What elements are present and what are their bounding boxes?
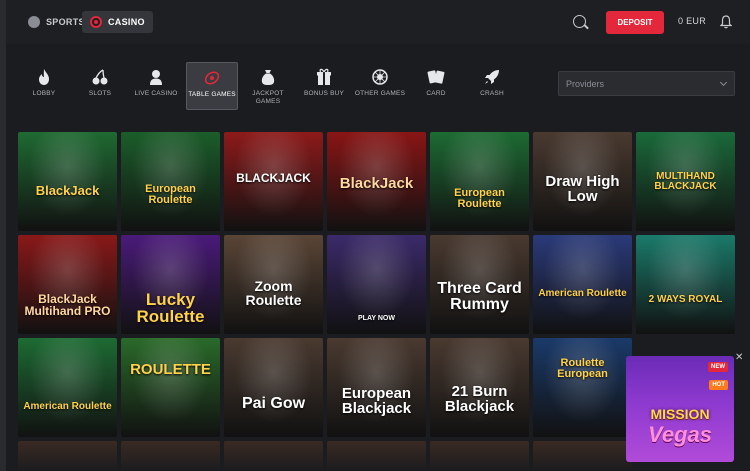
game-title: BLACKJACK — [236, 171, 311, 185]
category-label: LOBBY — [32, 90, 56, 97]
game-title: European Roulette — [454, 187, 505, 210]
game-tile[interactable]: PLAY NOW — [327, 235, 426, 334]
game-tile-partial[interactable] — [533, 441, 632, 471]
bell-icon[interactable] — [720, 15, 732, 29]
chevron-down-icon — [719, 78, 728, 87]
game-tile-partial[interactable] — [18, 441, 117, 471]
money-bag-icon — [259, 68, 277, 86]
game-title: Zoom Roulette — [245, 278, 302, 308]
game-tile[interactable]: Zoom Roulette — [224, 235, 323, 334]
game-tile[interactable]: American Roulette — [18, 338, 117, 437]
game-title: BlackJack Multihand PRO — [24, 292, 111, 318]
category-label: CRASH — [480, 90, 504, 97]
game-tile[interactable]: 21 Burn Blackjack — [430, 338, 529, 437]
promo-title-bottom: Vegas — [647, 422, 712, 447]
category-bonus-buy[interactable]: BONUS BUY — [298, 62, 350, 110]
category-card[interactable]: CARD — [410, 62, 462, 110]
game-tile-partial[interactable] — [327, 441, 426, 471]
deposit-button[interactable]: DEPOSIT — [606, 11, 664, 34]
mission-vegas-promo[interactable]: NEW HOT MISSION Vegas — [626, 356, 734, 462]
game-tile[interactable]: Pai Gow — [224, 338, 323, 437]
flame-icon — [35, 68, 53, 86]
left-edge-strip — [0, 0, 6, 471]
game-title: European Blackjack — [341, 385, 412, 417]
category-label: BONUS BUY — [303, 90, 345, 97]
category-live-casino[interactable]: LIVE CASINO — [130, 62, 182, 110]
game-tile[interactable]: European Roulette — [430, 132, 529, 231]
game-title: MULTIHAND BLACKJACK — [654, 171, 717, 192]
game-title: BlackJack — [339, 175, 414, 192]
category-other-games[interactable]: OTHER GAMES — [354, 62, 406, 110]
game-title: Lucky Roulette — [136, 290, 205, 326]
category-label: JACKPOT GAMES — [252, 90, 284, 105]
game-tile[interactable]: BlackJack Multihand PRO — [18, 235, 117, 334]
game-title: ROULETTE — [130, 361, 211, 378]
rocket-icon — [483, 68, 501, 86]
sports-label: SPORTS — [46, 17, 85, 27]
game-tile[interactable]: American Roulette — [533, 235, 632, 334]
search-icon[interactable] — [573, 15, 586, 28]
providers-dropdown[interactable]: Providers — [558, 71, 735, 96]
game-tile[interactable]: Lucky Roulette — [121, 235, 220, 334]
game-tile[interactable]: BlackJack — [327, 132, 426, 231]
category-label: LIVE CASINO — [134, 90, 178, 97]
gift-icon — [315, 68, 333, 86]
hot-badge: HOT — [709, 380, 728, 390]
game-tile[interactable]: European Roulette — [121, 132, 220, 231]
casino-tab[interactable]: CASINO — [82, 11, 153, 33]
providers-placeholder: Providers — [566, 78, 605, 89]
promo-title-top: MISSION — [650, 406, 710, 422]
category-slots[interactable]: SLOTS — [74, 62, 126, 110]
game-tile-partial[interactable] — [224, 441, 323, 471]
game-title: American Roulette — [23, 401, 112, 412]
category-label: TABLE GAMES — [188, 91, 236, 98]
category-label: OTHER GAMES — [354, 90, 406, 97]
dealer-icon — [147, 68, 165, 86]
category-table-games[interactable]: TABLE GAMES — [186, 62, 238, 110]
game-tile[interactable]: Draw High Low — [533, 132, 632, 231]
game-tile[interactable]: MULTIHAND BLACKJACK — [636, 132, 735, 231]
top-bar: SPORTS CASINO DEPOSIT 0 EUR — [6, 0, 750, 44]
game-title: European Roulette — [145, 183, 196, 206]
cherries-icon — [91, 68, 109, 86]
game-title: Draw High Low — [545, 173, 620, 205]
close-icon[interactable]: ✕ — [735, 352, 743, 363]
cards-icon — [427, 68, 445, 86]
table-games-icon — [203, 69, 221, 87]
game-title: American Roulette — [538, 288, 627, 299]
category-crash[interactable]: CRASH — [466, 62, 518, 110]
category-jackpot-games[interactable]: JACKPOT GAMES — [242, 62, 294, 110]
game-tile[interactable]: BlackJack — [18, 132, 117, 231]
game-title: BlackJack — [35, 183, 100, 198]
game-title: PLAY NOW — [358, 315, 395, 322]
game-tile[interactable]: European Blackjack — [327, 338, 426, 437]
category-label: CARD — [426, 90, 446, 97]
game-tile[interactable]: 2 WAYS ROYAL — [636, 235, 735, 334]
game-tile[interactable]: BLACKJACK — [224, 132, 323, 231]
game-tile[interactable]: Three Card Rummy — [430, 235, 529, 334]
casino-label: CASINO — [108, 17, 145, 27]
category-lobby[interactable]: LOBBY — [18, 62, 70, 110]
new-badge: NEW — [708, 362, 728, 372]
roulette-wheel-icon — [371, 68, 389, 86]
game-title: Roulette European — [557, 357, 608, 380]
game-title: Three Card Rummy — [437, 280, 522, 313]
game-tile[interactable]: Roulette European — [533, 338, 632, 437]
game-title: Pai Gow — [241, 395, 306, 412]
casino-chip-icon — [90, 16, 102, 28]
game-tile-partial[interactable] — [430, 441, 529, 471]
soccer-ball-icon — [28, 16, 40, 28]
game-tile[interactable]: ROULETTE — [121, 338, 220, 437]
game-title: 2 WAYS ROYAL — [648, 294, 723, 305]
game-tile-partial[interactable] — [121, 441, 220, 471]
category-label: SLOTS — [88, 90, 112, 97]
game-title: 21 Burn Blackjack — [444, 383, 515, 415]
balance-display[interactable]: 0 EUR — [678, 16, 706, 26]
